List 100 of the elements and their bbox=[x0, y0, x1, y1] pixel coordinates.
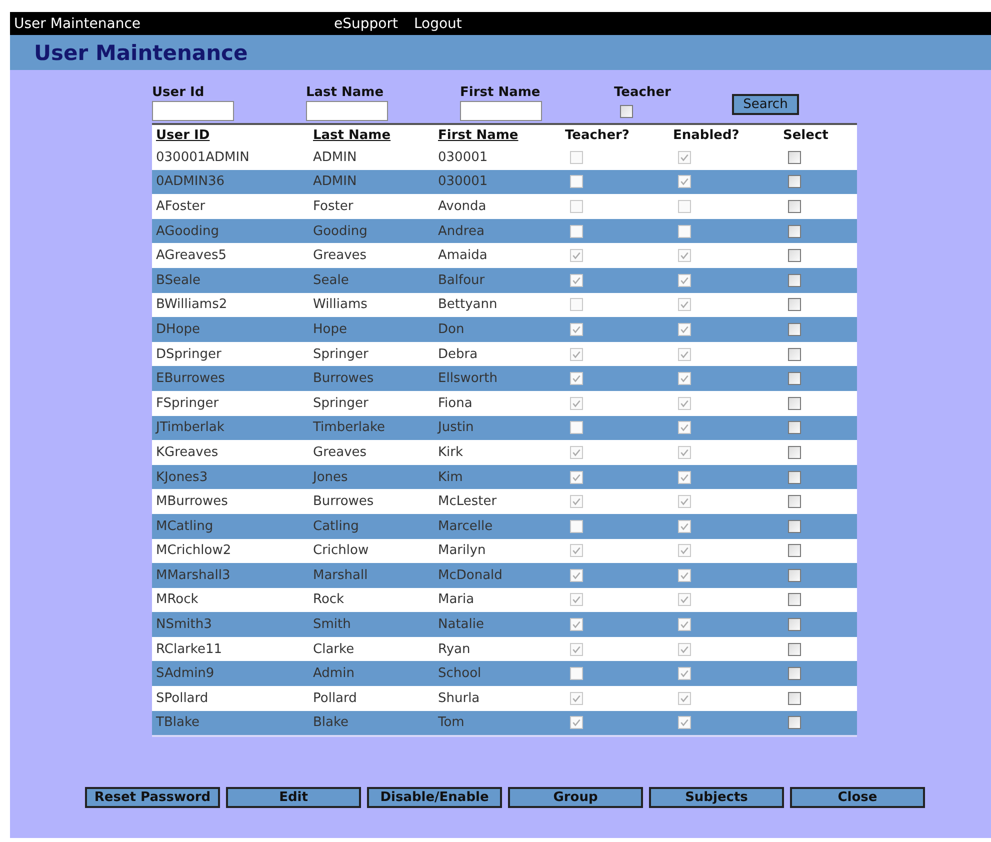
table-cell-text: McLester bbox=[437, 494, 498, 510]
table-row[interactable]: RClarke11 Clarke Ryan bbox=[152, 636, 857, 662]
table-row[interactable]: MMarshall3 Marshall McDonald bbox=[152, 563, 857, 588]
select-checkbox[interactable] bbox=[788, 642, 801, 656]
action-button[interactable]: Close bbox=[790, 787, 925, 808]
table-cell-text: AGooding bbox=[155, 224, 220, 239]
table-row[interactable]: AFoster Foster Avonda bbox=[152, 194, 857, 219]
table-cell-text: Fiona bbox=[437, 396, 474, 411]
table-cell-text: Williams bbox=[312, 297, 368, 312]
select-checkbox[interactable] bbox=[788, 175, 801, 188]
column-header[interactable]: Last Name bbox=[309, 128, 434, 142]
page-title: User Maintenance bbox=[33, 40, 248, 64]
table-row[interactable]: TBlake Blake Tom bbox=[152, 710, 857, 736]
table-row[interactable]: NSmith3 Smith Natalie bbox=[152, 612, 857, 637]
action-button[interactable]: Edit bbox=[226, 787, 361, 808]
action-button[interactable]: Disable/Enable bbox=[367, 787, 502, 808]
column-header[interactable]: First Name bbox=[434, 128, 560, 142]
select-checkbox[interactable] bbox=[788, 249, 801, 262]
nav-link[interactable]: Logout bbox=[414, 16, 462, 32]
search-button[interactable]: Search bbox=[732, 94, 799, 115]
table-cell-text: KGreaves bbox=[155, 444, 220, 460]
table-row[interactable]: AGreaves5 Greaves Amaida bbox=[152, 243, 857, 268]
table-row[interactable]: MCatling Catling Marcelle bbox=[152, 514, 857, 538]
input-field[interactable] bbox=[306, 101, 388, 121]
action-button[interactable]: Group bbox=[508, 787, 643, 808]
select-checkbox[interactable] bbox=[788, 446, 801, 459]
table-cell-text: MBurrowes bbox=[155, 494, 229, 510]
select-checkbox[interactable] bbox=[788, 421, 801, 434]
table-row[interactable]: 030001ADMIN ADMIN 030001 bbox=[152, 145, 857, 170]
table-row[interactable]: AGooding Gooding Andrea bbox=[152, 218, 857, 244]
select-checkbox[interactable] bbox=[788, 224, 801, 238]
table-row[interactable]: KGreaves Greaves Kirk bbox=[152, 440, 857, 465]
select-checkbox[interactable] bbox=[788, 568, 801, 582]
column-header: Enabled? bbox=[672, 128, 740, 142]
table-cell-text: JTimberlak bbox=[154, 420, 226, 436]
table-cell-text: Smith bbox=[312, 617, 352, 632]
select-checkbox[interactable] bbox=[788, 150, 801, 164]
select-checkbox[interactable] bbox=[788, 593, 801, 606]
table-cell-text: Crichlow bbox=[312, 543, 370, 558]
table-cell-text: Timberlake bbox=[312, 420, 386, 436]
table-row[interactable]: KJones3 Jones Kim bbox=[152, 464, 857, 490]
table-row[interactable]: MCrichlow2 Crichlow Marilyn bbox=[152, 538, 857, 564]
table-cell-text: Admin bbox=[312, 666, 356, 682]
table-cell-text: Foster bbox=[312, 198, 354, 214]
table-cell-text: Springer bbox=[312, 396, 370, 411]
table-cell-text: Gooding bbox=[312, 224, 368, 239]
table-cell-text: Justin bbox=[436, 420, 475, 436]
select-checkbox[interactable] bbox=[788, 348, 801, 361]
table-cell-text: Burrowes bbox=[312, 371, 375, 386]
select-checkbox[interactable] bbox=[788, 520, 801, 533]
select-checkbox[interactable] bbox=[788, 495, 801, 508]
table-cell-text: Ellsworth bbox=[437, 371, 498, 386]
action-button[interactable]: Subjects bbox=[649, 787, 784, 808]
select-checkbox[interactable] bbox=[788, 372, 801, 386]
table-row[interactable]: EBurrowes Burrowes Ellsworth bbox=[152, 366, 857, 391]
select-checkbox[interactable] bbox=[788, 618, 801, 632]
select-checkbox[interactable] bbox=[788, 692, 801, 705]
select-checkbox[interactable] bbox=[788, 667, 801, 680]
select-checkbox[interactable] bbox=[788, 200, 801, 213]
field-label: User Id bbox=[152, 85, 206, 101]
table-cell-text: SPollard bbox=[155, 690, 210, 706]
table-row[interactable]: BSeale Seale Balfour bbox=[152, 268, 857, 293]
table-cell-text: 030001 bbox=[437, 150, 489, 165]
table-cell-text: Natalie bbox=[437, 617, 485, 632]
action-button[interactable]: Reset Password bbox=[85, 787, 220, 808]
table-row[interactable]: JTimberlak Timberlake Justin bbox=[152, 416, 857, 440]
table-cell-text: Avonda bbox=[437, 198, 488, 214]
teacher-checkbox[interactable] bbox=[620, 105, 633, 118]
table-cell-text: McDonald bbox=[437, 568, 504, 583]
column-header[interactable]: User ID bbox=[152, 128, 309, 142]
table-cell-text: MCrichlow2 bbox=[155, 543, 232, 558]
field-label: Last Name bbox=[306, 85, 385, 101]
table-cell-text: Blake bbox=[312, 715, 350, 730]
select-checkbox[interactable] bbox=[788, 716, 801, 730]
table-row[interactable]: SPollard Pollard Shurla bbox=[152, 686, 857, 711]
table-cell-text: Seale bbox=[312, 272, 350, 288]
table-cell-text: MCatling bbox=[155, 518, 214, 534]
table-row[interactable]: MRock Rock Maria bbox=[152, 588, 857, 612]
table-cell-text: Tom bbox=[437, 715, 466, 730]
input-field[interactable] bbox=[460, 101, 542, 121]
table-row[interactable]: BWilliams2 Williams Bettyann bbox=[152, 292, 857, 318]
select-checkbox[interactable] bbox=[788, 470, 801, 484]
select-checkbox[interactable] bbox=[788, 322, 801, 336]
table-cell-text: Marilyn bbox=[437, 543, 487, 558]
table-cell-text: ADMIN bbox=[312, 174, 358, 190]
select-checkbox[interactable] bbox=[788, 274, 801, 287]
table-row[interactable]: 0ADMIN36 ADMIN 030001 bbox=[152, 170, 857, 194]
table-row[interactable]: DSpringer Springer Debra bbox=[152, 342, 857, 366]
table-row[interactable]: MBurrowes Burrowes McLester bbox=[152, 489, 857, 514]
select-checkbox[interactable] bbox=[788, 396, 801, 410]
table-cell-text: 030001ADMIN bbox=[155, 150, 250, 165]
table-cell-text: School bbox=[437, 666, 482, 682]
nav-link[interactable]: eSupport bbox=[334, 16, 398, 32]
table-row[interactable]: DHope Hope Don bbox=[152, 317, 857, 342]
table-row[interactable]: SAdmin9 Admin School bbox=[152, 661, 857, 686]
table-row[interactable]: FSpringer Springer Fiona bbox=[152, 390, 857, 416]
input-field[interactable] bbox=[152, 101, 234, 121]
column-header: Select bbox=[782, 128, 830, 142]
select-checkbox[interactable] bbox=[788, 298, 801, 312]
select-checkbox[interactable] bbox=[788, 544, 801, 558]
